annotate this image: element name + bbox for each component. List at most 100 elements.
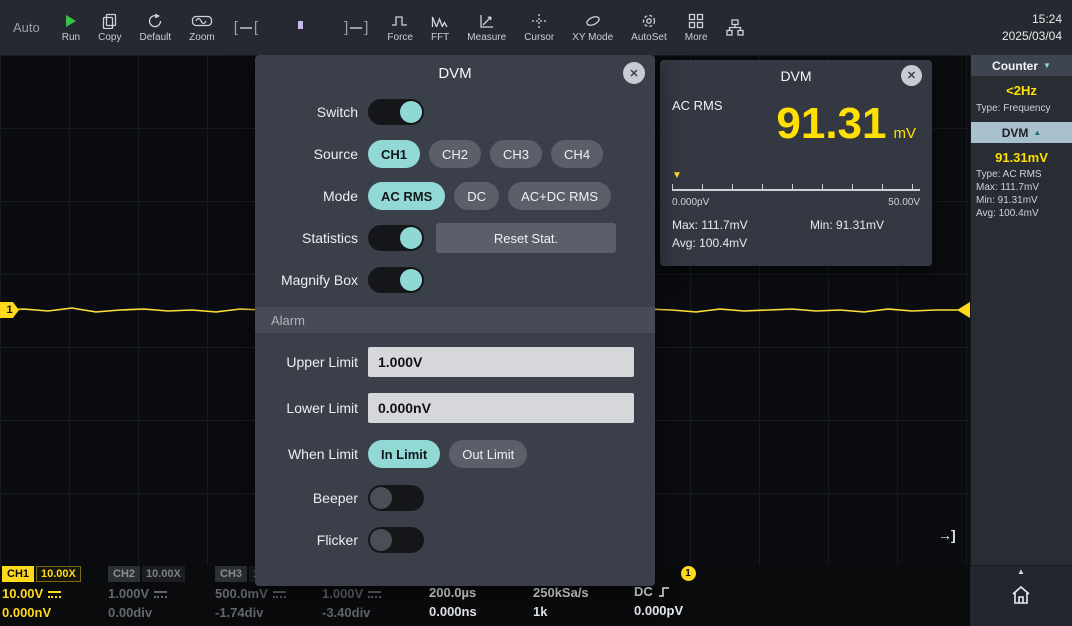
top-toolbar: Auto Run Copy Default Zoom [ [ bbox=[0, 0, 1072, 55]
switch-row: Switch bbox=[255, 91, 655, 133]
upper-limit-row: Upper Limit 1.000V bbox=[255, 339, 655, 385]
channel2-status[interactable]: CH2 10.00X 1.000V 0.00div bbox=[108, 565, 213, 626]
trigger-level-marker[interactable] bbox=[957, 302, 970, 318]
channel3-offset: -1.74div bbox=[215, 604, 320, 623]
counter-panel-header[interactable]: Counter ▼ bbox=[971, 55, 1072, 76]
mode-option-acrms[interactable]: AC RMS bbox=[368, 182, 445, 210]
memory-depth: 1k bbox=[533, 603, 632, 622]
cursor-icon bbox=[531, 13, 547, 29]
home-icon bbox=[1010, 584, 1032, 605]
zoom-button[interactable]: Zoom bbox=[180, 0, 224, 55]
collapse-up-icon[interactable]: ▲ bbox=[970, 567, 1072, 576]
copy-icon bbox=[102, 13, 118, 29]
clock-date: 2025/03/04 bbox=[1002, 28, 1062, 44]
timebase-delay: 0.000ns bbox=[429, 603, 531, 622]
fft-icon bbox=[431, 13, 449, 29]
run-icon bbox=[63, 13, 79, 29]
beeper-label: Beeper bbox=[255, 490, 368, 506]
source-option-ch3[interactable]: CH3 bbox=[490, 140, 542, 168]
clock-time: 15:24 bbox=[1002, 11, 1062, 27]
source-option-ch2[interactable]: CH2 bbox=[429, 140, 481, 168]
upper-limit-input[interactable]: 1.000V bbox=[368, 347, 634, 377]
dc-coupling-icon bbox=[368, 590, 381, 599]
reset-stat-button[interactable]: Reset Stat. bbox=[436, 223, 616, 253]
statistics-label: Statistics bbox=[255, 230, 368, 246]
network-button[interactable] bbox=[717, 0, 753, 55]
default-button[interactable]: Default bbox=[130, 0, 180, 55]
trigger-source-badge: 1 bbox=[681, 566, 696, 581]
dialog-title-bar: DVM ✕ bbox=[255, 55, 655, 91]
dvm-sidebar-max: Max: 111.7mV bbox=[971, 181, 1072, 194]
network-icon bbox=[726, 19, 744, 36]
horizontal-position-indicator[interactable]: [ [ ] ] bbox=[234, 19, 369, 37]
scale-min-label: 0.000pV bbox=[672, 197, 709, 208]
channel3-tab[interactable]: CH3 bbox=[215, 566, 247, 582]
rising-edge-icon bbox=[658, 586, 670, 598]
channel1-offset: 0.000nV bbox=[2, 604, 106, 623]
zoom-icon bbox=[191, 13, 213, 29]
measure-button[interactable]: Measure bbox=[458, 0, 515, 55]
switch-toggle[interactable] bbox=[368, 99, 424, 125]
autoset-button[interactable]: AutoSet bbox=[622, 0, 676, 55]
home-box: ▲ bbox=[970, 565, 1072, 626]
source-option-ch1[interactable]: CH1 bbox=[368, 140, 420, 168]
dvm-unit: mV bbox=[894, 125, 917, 142]
force-icon bbox=[391, 13, 409, 29]
more-button[interactable]: More bbox=[676, 0, 717, 55]
trigger-position-marker[interactable] bbox=[298, 21, 303, 29]
channel1-probe[interactable]: 10.00X bbox=[36, 566, 81, 582]
mode-label: Mode bbox=[255, 188, 368, 204]
cursor-button[interactable]: Cursor bbox=[515, 0, 563, 55]
measure-icon bbox=[479, 13, 495, 29]
close-icon[interactable]: ✕ bbox=[623, 62, 645, 84]
source-option-ch4[interactable]: CH4 bbox=[551, 140, 603, 168]
dvm-settings-dialog: DVM ✕ Switch Source CH1 CH2 CH3 CH4 Mode… bbox=[255, 55, 655, 586]
close-icon[interactable]: ✕ bbox=[901, 65, 922, 86]
counter-value: <2Hz bbox=[971, 76, 1072, 101]
mode-option-dc[interactable]: DC bbox=[454, 182, 499, 210]
force-button[interactable]: Force bbox=[378, 0, 422, 55]
dvm-max-stat: Max: 111.7mV bbox=[672, 218, 748, 232]
channel2-offset: 0.00div bbox=[108, 604, 213, 623]
magnify-box-toggle[interactable] bbox=[368, 267, 424, 293]
home-button[interactable] bbox=[1010, 584, 1032, 610]
fft-button[interactable]: FFT bbox=[422, 0, 458, 55]
mode-option-acdcrms[interactable]: AC+DC RMS bbox=[508, 182, 611, 210]
channel2-scale: 1.000V bbox=[108, 585, 149, 604]
xy-mode-button[interactable]: XY Mode bbox=[563, 0, 622, 55]
more-icon bbox=[688, 13, 704, 29]
alarm-section-header: Alarm bbox=[255, 307, 655, 333]
chevron-up-icon: ▲ bbox=[1033, 128, 1041, 137]
channel2-probe[interactable]: 10.00X bbox=[142, 566, 185, 582]
chevron-down-icon: ▼ bbox=[1043, 61, 1051, 70]
source-label: Source bbox=[255, 146, 368, 162]
run-button[interactable]: Run bbox=[53, 0, 89, 55]
dvm-avg-stat: Avg: 100.4mV bbox=[672, 236, 747, 250]
lower-limit-input[interactable]: 0.000nV bbox=[368, 393, 634, 423]
lower-limit-row: Lower Limit 0.000nV bbox=[255, 385, 655, 431]
hide-panel-icon[interactable]: →] bbox=[938, 527, 955, 543]
dc-coupling-icon bbox=[48, 590, 61, 599]
counter-type: Type: Frequency bbox=[971, 101, 1072, 122]
beeper-row: Beeper bbox=[255, 477, 655, 519]
flicker-toggle[interactable] bbox=[368, 527, 424, 553]
channel1-status[interactable]: CH1 10.00X 10.00V 0.000nV bbox=[2, 565, 106, 626]
copy-button[interactable]: Copy bbox=[89, 0, 130, 55]
dvm-panel-header[interactable]: DVM ▲ bbox=[971, 122, 1072, 143]
flicker-row: Flicker bbox=[255, 519, 655, 561]
dvm-sidebar-min: Min: 91.31mV bbox=[971, 194, 1072, 207]
beeper-toggle[interactable] bbox=[368, 485, 424, 511]
default-icon bbox=[147, 13, 163, 29]
magnify-box-label: Magnify Box bbox=[255, 272, 368, 288]
when-option-in-limit[interactable]: In Limit bbox=[368, 440, 440, 468]
auto-button[interactable]: Auto bbox=[0, 0, 53, 55]
channel2-tab[interactable]: CH2 bbox=[108, 566, 140, 582]
statistics-toggle[interactable] bbox=[368, 225, 424, 251]
channel1-tab[interactable]: CH1 bbox=[2, 566, 34, 582]
when-option-out-limit[interactable]: Out Limit bbox=[449, 440, 527, 468]
scale-pointer-icon: ▼ bbox=[672, 170, 682, 181]
when-limit-row: When Limit In Limit Out Limit bbox=[255, 431, 655, 477]
channel4-scale: 1.000V bbox=[322, 585, 363, 604]
statistics-row: Statistics Reset Stat. bbox=[255, 217, 655, 259]
dvm-sidebar-avg: Avg: 100.4mV bbox=[971, 207, 1072, 220]
